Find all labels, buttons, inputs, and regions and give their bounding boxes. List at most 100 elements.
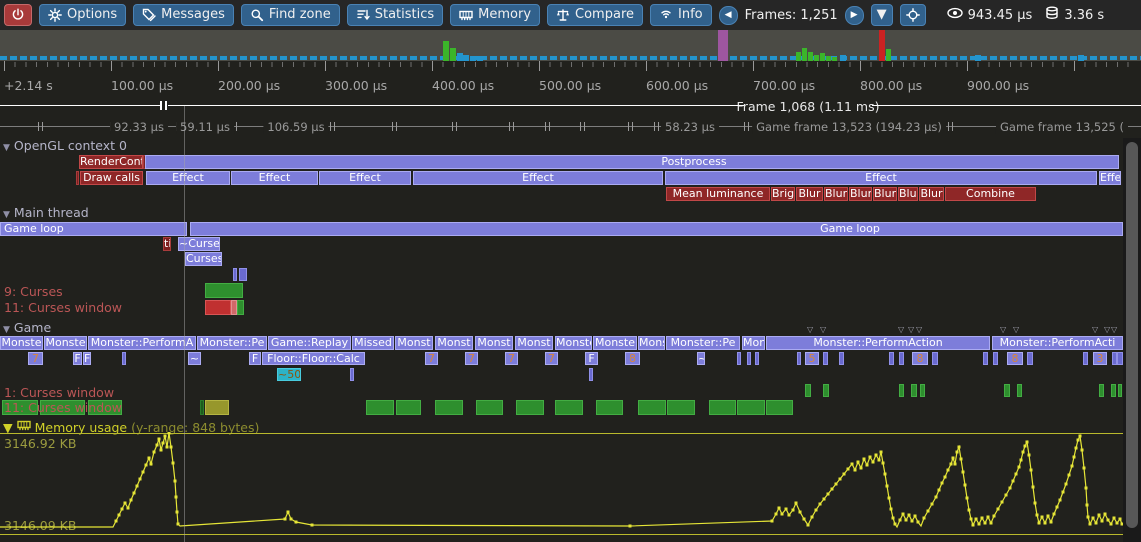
zone-marker-icon[interactable]: ▽ bbox=[1111, 326, 1117, 334]
zone-bar[interactable]: Effect bbox=[146, 171, 230, 185]
zone-bar[interactable]: 3 bbox=[1093, 352, 1107, 365]
zone-bar[interactable]: Monster::Pe bbox=[197, 336, 267, 350]
zone-bar[interactable]: Curses bbox=[185, 252, 222, 266]
zone-marker-icon[interactable]: ▽ bbox=[916, 326, 922, 334]
zone-bar[interactable]: Effect bbox=[319, 171, 411, 185]
zone-bar[interactable] bbox=[737, 400, 765, 415]
zone-bar[interactable]: Monster::Pe bbox=[666, 336, 740, 350]
zone-bar[interactable]: Blur bbox=[873, 187, 897, 201]
zone-bar[interactable]: Monste bbox=[555, 336, 592, 350]
frame-histogram[interactable] bbox=[0, 30, 1141, 61]
zone-bar[interactable]: Brigh bbox=[771, 187, 795, 201]
memory-usage-chart[interactable] bbox=[0, 432, 1123, 542]
zone-bar[interactable] bbox=[1099, 384, 1104, 397]
zone-bar[interactable] bbox=[993, 352, 998, 365]
zone-bar[interactable]: ti bbox=[163, 237, 171, 251]
zone-bar[interactable]: Blur bbox=[796, 187, 823, 201]
zone-bar[interactable]: F bbox=[585, 352, 598, 365]
zone-bar[interactable] bbox=[899, 352, 904, 365]
zone-bar[interactable]: Monste bbox=[0, 336, 43, 350]
zone-bar[interactable]: Combine bbox=[945, 187, 1036, 201]
zone-bar[interactable]: Monst bbox=[515, 336, 553, 350]
frame-time-bar[interactable] bbox=[808, 52, 813, 61]
zone-bar[interactable] bbox=[766, 400, 793, 415]
frame-time-bar[interactable] bbox=[477, 56, 483, 61]
zone-marker-icon[interactable]: ▽ bbox=[1000, 326, 1006, 334]
frame-time-bar[interactable] bbox=[470, 56, 476, 61]
section-header-opengl-context-0[interactable]: ▼OpenGL context 0 bbox=[3, 138, 127, 153]
zone-bar[interactable] bbox=[233, 268, 237, 281]
frame-time-bar[interactable] bbox=[718, 30, 728, 61]
zone-bar[interactable]: 8 bbox=[625, 352, 640, 365]
zone-bar[interactable]: 8 bbox=[1007, 352, 1023, 365]
zone-bar[interactable] bbox=[1083, 352, 1088, 365]
frame-time-bar[interactable] bbox=[814, 55, 819, 61]
frame-time-bar[interactable] bbox=[820, 53, 825, 61]
zone-bar[interactable] bbox=[667, 400, 695, 415]
zone-bar[interactable] bbox=[435, 400, 463, 415]
zone-bar[interactable]: ~ bbox=[697, 352, 705, 365]
zone-bar[interactable]: ~ bbox=[188, 352, 201, 365]
zone-bar[interactable] bbox=[589, 368, 593, 381]
section-header-main-thread[interactable]: ▼Main thread bbox=[3, 205, 89, 220]
messages-button[interactable]: Messages bbox=[133, 4, 234, 26]
frame-time-bar[interactable] bbox=[826, 56, 831, 61]
zone-bar[interactable]: Game::Replay bbox=[268, 336, 351, 350]
zone-bar[interactable]: RenderCont bbox=[79, 155, 143, 169]
zone-bar[interactable]: Monster::PerformActi bbox=[992, 336, 1123, 350]
zone-bar[interactable] bbox=[396, 400, 421, 415]
zone-bar[interactable]: Effect bbox=[231, 171, 318, 185]
zone-bar[interactable]: Blur bbox=[898, 187, 918, 201]
zone-bar[interactable] bbox=[911, 384, 917, 397]
scrollbar-thumb[interactable] bbox=[1126, 142, 1138, 528]
zone-bar[interactable] bbox=[1111, 384, 1116, 397]
zone-bar[interactable]: Mean luminance bbox=[666, 187, 770, 201]
zone-bar[interactable]: F bbox=[73, 352, 82, 365]
zone-bar[interactable] bbox=[1027, 352, 1033, 365]
section-header-game[interactable]: ▼Game bbox=[3, 320, 51, 335]
zone-bar[interactable]: Game loop bbox=[0, 222, 187, 236]
frame-time-bar[interactable] bbox=[1078, 55, 1084, 61]
zone-bar[interactable]: Floor::Floor::Calc bbox=[262, 352, 365, 365]
zone-bar[interactable]: 5 bbox=[805, 352, 819, 365]
frame-time-bar[interactable] bbox=[802, 48, 807, 61]
zone-bar[interactable]: Missed bbox=[352, 336, 394, 350]
zone-bar[interactable] bbox=[747, 352, 751, 365]
zone-bar[interactable] bbox=[476, 400, 503, 415]
zone-bar[interactable] bbox=[205, 400, 229, 415]
zone-bar[interactable] bbox=[516, 400, 544, 415]
scrollbar-track[interactable] bbox=[1123, 138, 1141, 542]
zone-bar[interactable]: Monste bbox=[593, 336, 637, 350]
next-frame-button[interactable]: ▶ bbox=[845, 6, 864, 25]
zone-bar[interactable]: Monst bbox=[435, 336, 473, 350]
zone-bar[interactable]: 7 bbox=[465, 352, 478, 365]
frame-time-bar[interactable] bbox=[879, 30, 885, 61]
zone-bar[interactable] bbox=[1118, 384, 1122, 397]
statistics-button[interactable]: Statistics bbox=[347, 4, 443, 26]
zone-bar[interactable] bbox=[920, 384, 925, 397]
zone-bar[interactable] bbox=[237, 300, 244, 315]
memory-button[interactable]: Memory bbox=[450, 4, 540, 26]
zone-bar[interactable] bbox=[797, 352, 801, 365]
frame-time-bar[interactable] bbox=[450, 48, 456, 61]
find-zone-button[interactable]: Find zone bbox=[241, 4, 340, 26]
frame-time-bar[interactable] bbox=[886, 49, 891, 61]
zone-bar[interactable] bbox=[122, 352, 126, 365]
power-button[interactable] bbox=[4, 4, 32, 26]
zone-bar[interactable]: 7 bbox=[28, 352, 43, 365]
zone-bar[interactable] bbox=[350, 368, 354, 381]
frame-time-bar[interactable] bbox=[463, 55, 469, 61]
zone-bar[interactable] bbox=[983, 352, 988, 365]
frame-time-bar[interactable] bbox=[832, 57, 837, 61]
zone-bar[interactable]: Postprocess bbox=[145, 155, 1119, 169]
zone-marker-icon[interactable]: ▽ bbox=[898, 326, 904, 334]
zone-bar[interactable]: Game loop bbox=[190, 222, 1123, 236]
zone-bar[interactable]: Draw calls bbox=[80, 171, 143, 185]
zone-bar[interactable] bbox=[839, 352, 844, 365]
zone-bar[interactable]: 7 bbox=[425, 352, 438, 365]
zone-bar[interactable] bbox=[366, 400, 394, 415]
zone-bar[interactable] bbox=[932, 352, 938, 365]
zone-bar[interactable]: Blur bbox=[849, 187, 872, 201]
zone-bar[interactable] bbox=[1017, 384, 1022, 397]
zone-marker-icon[interactable]: ▽ bbox=[1013, 326, 1019, 334]
